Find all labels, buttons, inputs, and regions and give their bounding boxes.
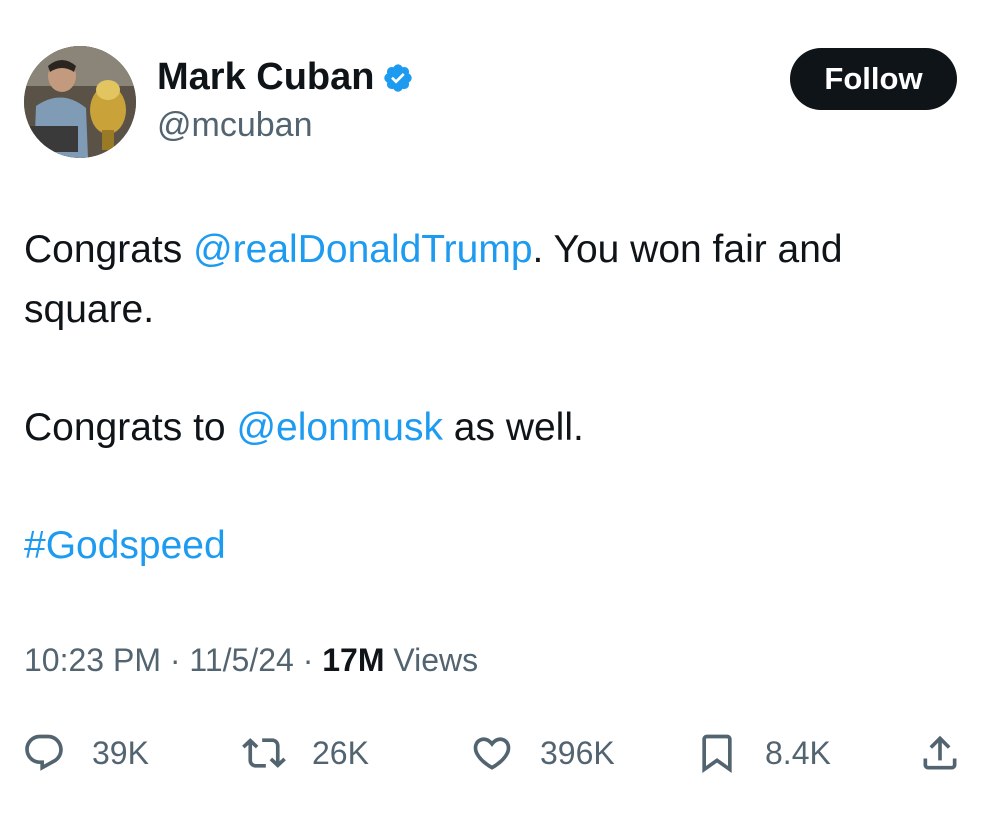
tweet-text-segment: . You won fair and	[532, 228, 843, 271]
reply-count: 39K	[92, 734, 149, 771]
reply-icon	[25, 734, 63, 771]
like-count: 396K	[540, 734, 615, 771]
bookmark-icon	[702, 734, 732, 774]
tweet-text-segment: Congrats to	[24, 406, 237, 449]
views-count: 17M	[322, 642, 385, 678]
mention-link[interactable]: @realDonaldTrump	[193, 228, 532, 271]
tweet-text-line: Congrats to @elonmusk as well.	[24, 398, 974, 458]
tweet-date[interactable]: 11/5/24	[189, 642, 293, 678]
tweet-text-segment: Congrats	[24, 228, 194, 271]
views-label: Views	[384, 642, 479, 678]
repost-button[interactable]: 26K	[242, 718, 369, 788]
like-button[interactable]: 396K	[470, 718, 615, 788]
tweet-text-line: #Godspeed	[24, 516, 974, 576]
action-bar: 39K 26K 396K 8.4K	[0, 718, 1000, 788]
follow-button[interactable]: Follow	[790, 48, 957, 110]
bookmark-button[interactable]: 8.4K	[695, 718, 831, 788]
verified-badge-icon	[382, 62, 414, 94]
author-handle[interactable]: @mcuban	[157, 106, 312, 145]
tweet-text-line: square.	[24, 280, 974, 340]
bookmark-count: 8.4K	[765, 734, 831, 771]
author-name[interactable]: Mark Cuban	[157, 56, 414, 99]
heart-icon	[473, 737, 511, 770]
repost-icon	[242, 738, 286, 768]
tweet-text-line: Congrats @realDonaldTrump. You won fair …	[24, 220, 974, 280]
share-button[interactable]	[918, 718, 962, 788]
hashtag-link[interactable]: #Godspeed	[24, 524, 226, 567]
avatar-photo	[24, 46, 136, 158]
tweet-meta: 10:23 PM · 11/5/24 · 17M Views	[24, 642, 478, 679]
meta-separator: ·	[293, 642, 323, 678]
repost-count: 26K	[312, 734, 369, 771]
meta-separator: ·	[160, 642, 190, 678]
tweet-text-segment: as well.	[442, 406, 584, 449]
mention-link[interactable]: @elonmusk	[236, 406, 443, 449]
tweet-time[interactable]: 10:23 PM	[24, 642, 161, 678]
tweet-card: Mark Cuban @mcuban Follow Congrats @real…	[0, 0, 1000, 816]
reply-button[interactable]: 39K	[22, 718, 149, 788]
avatar[interactable]	[24, 46, 136, 158]
share-icon	[923, 735, 957, 770]
tweet-text-segment: square.	[24, 288, 155, 331]
author-name-text: Mark Cuban	[157, 56, 375, 98]
